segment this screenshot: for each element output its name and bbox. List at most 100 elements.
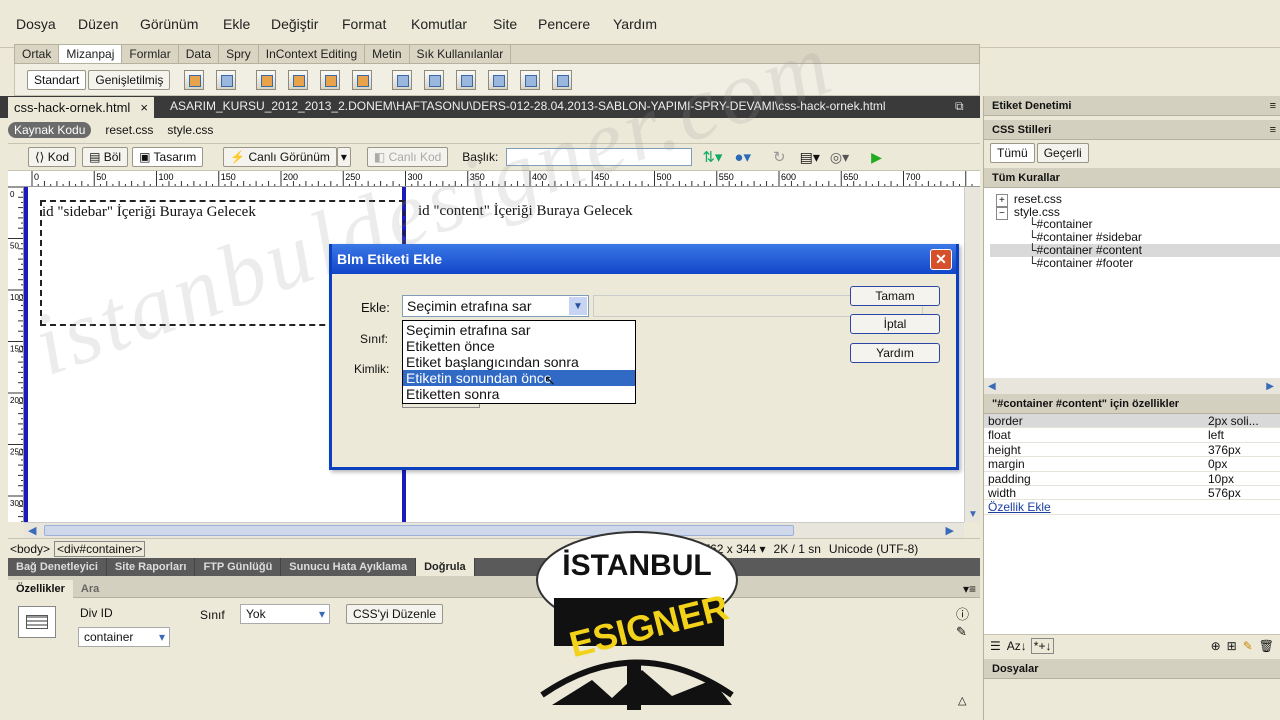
insert-position-select[interactable]: Seçimin etrafına sar ▼: [402, 295, 589, 317]
insert-tab-incontext[interactable]: InContext Editing: [259, 45, 366, 63]
div-id-select[interactable]: container ▾: [78, 627, 170, 647]
scroll-right-icon[interactable]: ▶: [1266, 381, 1274, 392]
edit-rule-icon[interactable]: ✎: [1243, 639, 1253, 653]
file-management-icon[interactable]: ⇅▾: [702, 148, 722, 166]
tab-current[interactable]: Geçerli: [1036, 143, 1089, 163]
menu-yardim[interactable]: Yardım: [613, 16, 657, 32]
files-panel-header[interactable]: Dosyalar: [984, 659, 1280, 679]
tag-selector-body[interactable]: <body>: [10, 542, 50, 556]
new-rule-icon[interactable]: ⊞: [1227, 639, 1237, 653]
horizontal-scrollbar[interactable]: ◀ ▶: [24, 522, 964, 538]
insert-div2-icon[interactable]: [288, 69, 309, 90]
scroll-left-icon[interactable]: ◀: [988, 381, 996, 392]
rule-item[interactable]: └#container #footer: [1028, 257, 1280, 270]
tag-inspector-header[interactable]: Etiket Denetimi ≡: [984, 96, 1280, 116]
related-file-style[interactable]: style.css: [167, 123, 213, 137]
results-tab-server-debug[interactable]: Sunucu Hata Ayıklama: [281, 558, 417, 576]
collapse-icon[interactable]: △: [958, 694, 966, 707]
menu-degistir[interactable]: Değiştir: [271, 16, 318, 32]
preview-browser-icon[interactable]: ●▾: [734, 148, 751, 166]
related-file-source[interactable]: Kaynak Kodu: [8, 122, 92, 138]
scroll-down-icon[interactable]: ▼: [968, 509, 978, 520]
chevron-down-icon[interactable]: ▼: [569, 297, 587, 315]
refresh-icon[interactable]: ↻: [773, 148, 786, 166]
rules-hscroll[interactable]: ◀ ▶: [984, 378, 1280, 394]
dropdown-option[interactable]: Etiketten sonra: [403, 386, 635, 402]
css-property-row[interactable]: padding 10px: [984, 472, 1280, 486]
frames-dropdown-icon[interactable]: [552, 69, 573, 90]
insert-tab-formlar[interactable]: Formlar: [122, 45, 179, 63]
css-property-row[interactable]: margin 0px: [984, 457, 1280, 472]
iframe-icon[interactable]: [456, 69, 477, 90]
live-view-dropdown-icon[interactable]: ▾: [336, 147, 351, 167]
scroll-right-icon[interactable]: ▶: [946, 524, 954, 537]
fieldset-icon[interactable]: [520, 69, 541, 90]
scroll-left-icon[interactable]: ◀: [28, 524, 36, 537]
draw-ap-div-icon[interactable]: [320, 69, 341, 90]
css-property-row[interactable]: float left: [984, 428, 1280, 443]
menu-komutlar[interactable]: Komutlar: [411, 16, 467, 32]
spry-panel-icon[interactable]: [488, 69, 509, 90]
css-property-row[interactable]: width 576px: [984, 486, 1280, 501]
vertical-scrollbar[interactable]: ▼: [964, 187, 980, 522]
collapse-icon[interactable]: −: [996, 207, 1008, 220]
results-tab-site-reports[interactable]: Site Raporları: [107, 558, 196, 576]
results-tab-validate[interactable]: Doğrula: [416, 558, 475, 576]
split-view-button[interactable]: ▤ Böl: [82, 147, 129, 167]
panel-menu-icon[interactable]: ▾≡: [963, 582, 980, 596]
close-tab-icon[interactable]: ×: [140, 98, 148, 118]
insert-tab-mizanpaj[interactable]: Mizanpaj: [59, 45, 123, 63]
edit-css-button[interactable]: CSS'yi Düzenle: [346, 604, 443, 624]
visual-aids-icon[interactable]: ◎▾: [830, 149, 849, 166]
document-tab[interactable]: css-hack-ornek.html ×: [8, 97, 154, 118]
design-view-button[interactable]: ▣ Tasarım: [132, 147, 204, 167]
delete-icon[interactable]: 🗑: [1259, 639, 1274, 653]
ok-button[interactable]: Tamam: [850, 286, 940, 306]
results-tab-ftp-log[interactable]: FTP Günlüğü: [195, 558, 282, 576]
spry-menu-icon[interactable]: [352, 69, 373, 90]
menu-dosya[interactable]: Dosya: [16, 16, 56, 32]
insert-tab-favorites[interactable]: Sık Kullanılanlar: [410, 45, 512, 63]
css-property-row[interactable]: height 376px: [984, 443, 1280, 458]
menu-gorunum[interactable]: Görünüm: [140, 16, 198, 32]
insert-tab-metin[interactable]: Metin: [365, 45, 410, 63]
code-view-button[interactable]: ⟨⟩ Kod: [28, 147, 77, 167]
menu-ekle[interactable]: Ekle: [223, 16, 250, 32]
tab-all[interactable]: Tümü: [990, 143, 1035, 163]
show-category-icon[interactable]: ☰: [990, 639, 1001, 653]
dropdown-option[interactable]: Etiketten önce: [403, 338, 635, 354]
add-property-row[interactable]: Özellik Ekle: [984, 500, 1280, 515]
css-property-row[interactable]: border 2px soli...: [984, 414, 1280, 429]
menu-pencere[interactable]: Pencere: [538, 16, 590, 32]
search-tab[interactable]: Ara: [73, 583, 107, 595]
quick-tag-editor-icon[interactable]: ✎: [956, 624, 967, 640]
menu-duzen[interactable]: Düzen: [78, 16, 118, 32]
panel-menu-icon[interactable]: ≡: [1270, 96, 1276, 116]
help-icon[interactable]: ⓘ: [956, 604, 969, 623]
help-button[interactable]: Yardım: [850, 343, 940, 363]
table-layout-icon[interactable]: [392, 69, 413, 90]
validate-icon[interactable]: ▶: [871, 149, 882, 166]
frames-icon[interactable]: [424, 69, 445, 90]
add-property-link[interactable]: Özellik Ekle: [984, 500, 1206, 514]
menu-site[interactable]: Site: [493, 16, 517, 32]
insert-tab-ortak[interactable]: Ortak: [15, 45, 60, 63]
dropdown-option[interactable]: Etiket başlangıcından sonra: [403, 354, 635, 370]
restore-window-icon[interactable]: ⧉: [955, 99, 964, 114]
standart-button[interactable]: Standart: [27, 69, 87, 90]
layer-icon[interactable]: [216, 69, 237, 90]
title-input[interactable]: [506, 148, 693, 166]
az-list-icon[interactable]: Az↓: [1007, 639, 1027, 653]
dropdown-option[interactable]: Seçimin etrafına sar: [403, 322, 635, 338]
show-set-props-icon[interactable]: *+↓: [1030, 637, 1055, 654]
related-file-reset[interactable]: reset.css: [105, 123, 153, 137]
genisletilmis-button[interactable]: Genişletilmiş: [88, 69, 171, 90]
dropdown-option-highlighted[interactable]: Etiketin sonundan önce: [403, 370, 635, 386]
results-tab-link-checker[interactable]: Bağ Denetleyici: [8, 558, 107, 576]
insert-div-icon[interactable]: [256, 69, 277, 90]
view-options-icon[interactable]: ▤▾: [800, 149, 820, 166]
tag-selector-div[interactable]: <div#container>: [54, 540, 146, 557]
tree-file-reset[interactable]: + reset.css: [996, 192, 1062, 207]
attach-style-icon[interactable]: ⊕: [1211, 639, 1221, 653]
class-select[interactable]: Yok ▾: [240, 604, 330, 624]
